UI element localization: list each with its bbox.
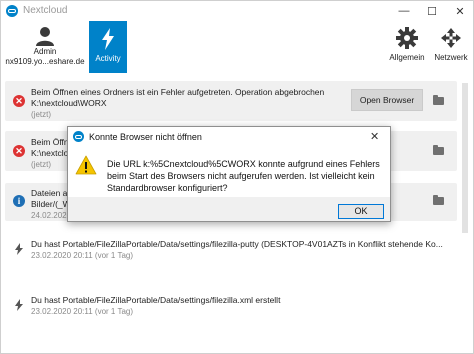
dialog-title-bar[interactable]: Konnte Browser nicht öffnen ✕ (68, 127, 390, 147)
network-icon (441, 28, 461, 48)
account-name: Admin (33, 47, 57, 56)
error-icon: ✕ (13, 145, 25, 157)
activity-tab-label: Activity (95, 54, 121, 63)
nextcloud-logo-icon (6, 5, 18, 17)
nextcloud-logo-icon (73, 131, 84, 142)
activity-tab[interactable]: Activity (89, 21, 127, 73)
dialog-title: Konnte Browser nicht öffnen (89, 132, 202, 142)
activity-row: ✕ Beim Öffnen eines Ordners ist ein Fehl… (5, 81, 457, 121)
dialog-close-button[interactable]: ✕ (370, 130, 379, 143)
activity-text: Du hast Portable/FileZillaPortable/Data/… (31, 295, 281, 305)
user-avatar-icon (36, 27, 54, 46)
open-browser-button[interactable]: Open Browser (351, 89, 423, 111)
minimize-button[interactable]: — (390, 1, 418, 21)
activity-scrollbar[interactable] (459, 77, 471, 353)
activity-text: Beim Öffnen eines Ordners (31, 137, 67, 147)
window-title: Nextcloud (23, 5, 68, 16)
settings-label: Allgemein (389, 53, 425, 62)
activity-text: Beim Öffnen eines Ordners ist ein Fehler… (31, 87, 325, 97)
ok-button[interactable]: OK (338, 204, 384, 219)
folder-icon[interactable] (433, 145, 444, 155)
lightning-icon (102, 28, 114, 50)
error-dialog: Konnte Browser nicht öffnen ✕ Die URL k:… (67, 126, 391, 222)
dialog-message: Die URL k:%5Cnextcloud%5CWORX konnte auf… (107, 159, 380, 193)
activity-time: (jetzt) (31, 110, 51, 119)
folder-icon[interactable] (433, 195, 444, 205)
activity-text: Du hast Portable/FileZillaPortable/Data/… (31, 239, 443, 249)
close-button[interactable]: ✕ (446, 1, 474, 21)
activity-time: (jetzt) (31, 160, 51, 169)
lightning-icon (15, 299, 23, 311)
activity-path: Bilder/(_We (31, 199, 67, 209)
warning-icon (75, 155, 97, 175)
activity-row: Du hast Portable/FileZillaPortable/Data/… (5, 289, 457, 323)
activity-path: K:\nextcloud\ (31, 148, 67, 158)
info-icon: i (13, 195, 25, 207)
settings-button[interactable]: Allgemein (387, 21, 427, 73)
gear-icon (396, 27, 418, 49)
activity-text: Dateien au (31, 188, 67, 198)
activity-time: 23.02.2020 20:11 (vor 1 Tag) (31, 251, 133, 260)
nextcloud-window: Nextcloud — ☐ ✕ Admin nx9109.yo...eshare… (0, 0, 474, 354)
title-bar[interactable]: Nextcloud — ☐ ✕ (1, 1, 473, 21)
activity-row: Du hast Portable/FileZillaPortable/Data/… (5, 233, 457, 267)
lightning-icon (15, 243, 23, 255)
toolbar: Admin nx9109.yo...eshare.de Activity All… (1, 21, 473, 73)
account-button[interactable]: Admin nx9109.yo...eshare.de (3, 21, 87, 73)
folder-icon[interactable] (433, 95, 444, 105)
network-button[interactable]: Netzwerk (431, 21, 471, 73)
activity-path: K:\nextcloud\WORX (31, 98, 107, 108)
scrollbar-thumb[interactable] (462, 83, 468, 233)
maximize-button[interactable]: ☐ (418, 1, 446, 21)
activity-time: 23.02.2020 20:11 (vor 1 Tag) (31, 307, 133, 316)
account-server: nx9109.yo...eshare.de (5, 57, 85, 66)
activity-time: 24.02.2020 (31, 211, 72, 220)
error-icon: ✕ (13, 95, 25, 107)
network-label: Netzwerk (434, 53, 468, 62)
